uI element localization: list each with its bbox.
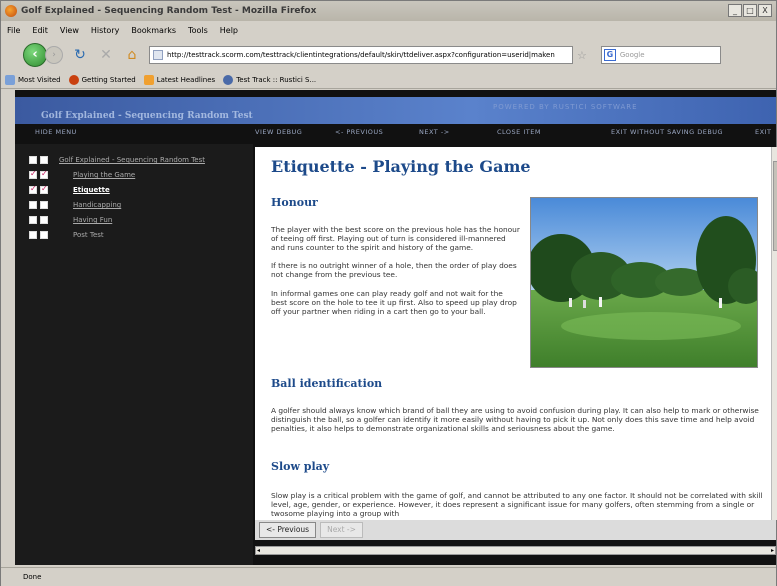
checkbox-icon bbox=[29, 231, 37, 239]
status-text: Done bbox=[23, 573, 42, 581]
menu-edit[interactable]: Edit bbox=[32, 26, 48, 35]
back-button[interactable]: ‹ bbox=[23, 43, 47, 67]
page-favicon-icon bbox=[153, 50, 163, 60]
checkbox-icon bbox=[40, 156, 48, 164]
window-title: Golf Explained - Sequencing Random Test … bbox=[21, 6, 317, 16]
navigation-toolbar: ‹ › ↻ ✕ ⌂ ☆ G Google bbox=[1, 39, 776, 71]
vertical-scrollbar[interactable] bbox=[771, 147, 777, 520]
scroll-left-icon[interactable]: ◂ bbox=[257, 547, 260, 554]
firefox-icon bbox=[5, 5, 17, 17]
toc-item-post-test[interactable]: Post Test bbox=[29, 231, 104, 239]
section-heading-slow-play: Slow play bbox=[271, 460, 330, 473]
close-item-button[interactable]: CLOSE ITEM bbox=[497, 128, 541, 136]
view-debug-button[interactable]: VIEW DEBUG bbox=[255, 128, 302, 136]
powered-by-text: POWERED BY RUSTICI SOFTWARE bbox=[493, 103, 638, 111]
menu-file[interactable]: File bbox=[7, 26, 20, 35]
address-bar[interactable] bbox=[149, 46, 573, 64]
checked-checkbox-icon bbox=[40, 169, 48, 179]
menu-tools[interactable]: Tools bbox=[188, 26, 208, 35]
menu-bar: File Edit View History Bookmarks Tools H… bbox=[1, 22, 776, 38]
checked-checkbox-icon bbox=[29, 169, 37, 179]
bookmarks-toolbar: Most Visited Getting Started Latest Head… bbox=[1, 72, 776, 89]
globe-icon bbox=[223, 75, 234, 85]
section-heading-ball-identification: Ball identification bbox=[271, 377, 383, 390]
checkbox-icon bbox=[40, 231, 48, 239]
toc-root[interactable]: Golf Explained - Sequencing Random Test bbox=[29, 156, 205, 164]
golf-course-photo bbox=[530, 197, 758, 368]
menu-help[interactable]: Help bbox=[220, 26, 238, 35]
course-title: Golf Explained - Sequencing Random Test bbox=[41, 111, 253, 121]
status-bar: Done bbox=[1, 567, 776, 586]
paragraph: The player with the best score on the pr… bbox=[271, 225, 520, 253]
toc-item-handicapping[interactable]: Handicapping bbox=[29, 201, 121, 209]
checkbox-icon bbox=[40, 216, 48, 224]
home-icon[interactable]: ⌂ bbox=[123, 46, 141, 64]
url-input[interactable] bbox=[167, 51, 557, 59]
search-placeholder: Google bbox=[619, 51, 645, 59]
rss-icon bbox=[143, 75, 154, 85]
horizontal-scrollbar[interactable]: ◂ ▸ bbox=[255, 546, 776, 555]
scroll-right-icon[interactable]: ▸ bbox=[771, 547, 774, 554]
toc-item-playing-the-game[interactable]: Playing the Game bbox=[29, 169, 135, 179]
bookmark-most-visited[interactable]: Most Visited bbox=[5, 75, 61, 85]
course-banner: Golf Explained - Sequencing Random Test … bbox=[15, 97, 776, 124]
forward-button[interactable]: › bbox=[45, 46, 63, 64]
menu-bookmarks[interactable]: Bookmarks bbox=[131, 26, 176, 35]
checkbox-icon bbox=[29, 216, 37, 224]
exit-without-saving-button[interactable]: EXIT WITHOUT SAVING DEBUG bbox=[611, 128, 723, 136]
toc-item-etiquette[interactable]: Etiquette bbox=[29, 184, 110, 194]
next-button[interactable]: NEXT -> bbox=[419, 128, 450, 136]
checkbox-icon bbox=[29, 156, 37, 164]
bookmark-getting-started[interactable]: Getting Started bbox=[68, 75, 136, 85]
reload-icon[interactable]: ↻ bbox=[71, 46, 89, 64]
toc-item-having-fun[interactable]: Having Fun bbox=[29, 216, 112, 224]
lesson-content: Etiquette - Playing the Game Honour The … bbox=[255, 147, 771, 520]
checked-checkbox-icon bbox=[29, 184, 37, 194]
paragraph: In informal games one can play ready gol… bbox=[271, 289, 517, 317]
exit-button[interactable]: EXIT bbox=[755, 128, 771, 136]
scorm-player: Golf Explained - Sequencing Random Test … bbox=[15, 90, 777, 565]
page-title: Etiquette - Playing the Game bbox=[271, 157, 531, 176]
bookmark-star-icon[interactable]: ☆ bbox=[577, 49, 587, 62]
firefox-icon bbox=[68, 75, 79, 85]
checkbox-icon bbox=[29, 201, 37, 209]
previous-page-button[interactable]: <- Previous bbox=[259, 522, 317, 538]
bottom-navigation: <- Previous Next -> bbox=[255, 520, 776, 540]
toc-sidebar: Golf Explained - Sequencing Random Test … bbox=[15, 144, 253, 565]
paragraph: A golfer should always know which brand … bbox=[271, 406, 759, 434]
scrollbar-thumb[interactable] bbox=[773, 161, 777, 251]
search-box[interactable]: G Google bbox=[600, 46, 721, 64]
stop-icon[interactable]: ✕ bbox=[97, 46, 115, 64]
hide-menu-button[interactable]: HIDE MENU bbox=[35, 128, 77, 136]
checkbox-icon bbox=[40, 201, 48, 209]
bookmark-latest-headlines[interactable]: Latest Headlines bbox=[143, 75, 215, 85]
paragraph: Slow play is a critical problem with the… bbox=[271, 491, 763, 519]
checked-checkbox-icon bbox=[40, 184, 48, 194]
player-toolbar: HIDE MENU VIEW DEBUG <- PREVIOUS NEXT ->… bbox=[15, 124, 776, 140]
minimize-button[interactable]: _ bbox=[728, 4, 742, 17]
maximize-button[interactable]: □ bbox=[743, 4, 757, 17]
menu-history[interactable]: History bbox=[91, 26, 119, 35]
bookmark-icon bbox=[5, 75, 15, 85]
close-button[interactable]: X bbox=[758, 4, 772, 17]
previous-button[interactable]: <- PREVIOUS bbox=[335, 128, 383, 136]
bookmark-test-track[interactable]: Test Track :: Rustici S... bbox=[223, 75, 316, 85]
title-bar: Golf Explained - Sequencing Random Test … bbox=[1, 1, 776, 21]
google-icon: G bbox=[603, 49, 616, 61]
menu-view[interactable]: View bbox=[60, 26, 79, 35]
next-page-button[interactable]: Next -> bbox=[320, 522, 363, 538]
browser-window: Golf Explained - Sequencing Random Test … bbox=[0, 0, 777, 586]
paragraph: If there is no outright winner of a hole… bbox=[271, 261, 517, 280]
section-heading-honour: Honour bbox=[271, 196, 318, 209]
